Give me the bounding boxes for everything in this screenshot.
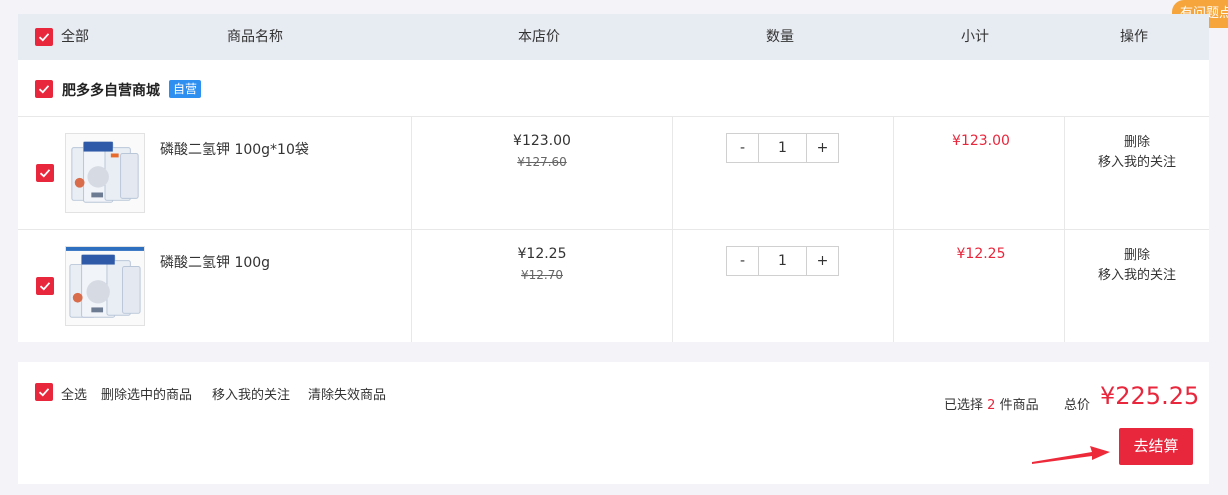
shop-name[interactable]: 肥多多自营商城 bbox=[62, 80, 160, 100]
header-actions: 操作 bbox=[1120, 29, 1148, 45]
total-label: 总价 bbox=[1064, 398, 1091, 413]
column-divider bbox=[893, 117, 894, 229]
original-price: ¥127.60 bbox=[517, 155, 567, 169]
delete-selected-link[interactable]: 删除选中的商品 bbox=[101, 384, 192, 403]
cart-header: 全部 商品名称 本店价 数量 小计 操作 bbox=[18, 14, 1209, 60]
original-price: ¥12.70 bbox=[521, 268, 563, 282]
total-price: ¥225.25 bbox=[1100, 382, 1200, 410]
delete-link[interactable]: 删除 bbox=[1078, 246, 1196, 266]
cart-list: 肥多多自营商城 自营 磷酸二氢钾 100g*10袋 ¥123.00 ¥127.6… bbox=[18, 60, 1209, 342]
column-divider bbox=[893, 230, 894, 342]
footer-select-all-label[interactable]: 全选 bbox=[61, 384, 87, 403]
selected-summary: 已选择 2 件商品 bbox=[944, 394, 1039, 413]
item-actions: 删除 移入我的关注 bbox=[1078, 133, 1196, 173]
selected-suffix: 件商品 bbox=[999, 398, 1039, 413]
shop-checkbox[interactable] bbox=[35, 80, 53, 98]
quantity-input[interactable]: 1 bbox=[758, 134, 807, 162]
product-thumbnail[interactable] bbox=[65, 133, 145, 213]
decrease-button[interactable]: - bbox=[727, 247, 758, 275]
check-icon bbox=[39, 282, 51, 291]
check-icon bbox=[38, 388, 50, 397]
select-all-checkbox[interactable] bbox=[35, 28, 53, 46]
column-divider bbox=[411, 117, 412, 229]
quantity-stepper: - 1 + bbox=[726, 133, 839, 163]
check-icon bbox=[39, 169, 51, 178]
column-divider bbox=[672, 230, 673, 342]
check-icon bbox=[38, 85, 50, 94]
check-icon bbox=[38, 33, 50, 42]
move-to-follow-link[interactable]: 移入我的关注 bbox=[1078, 153, 1196, 173]
item-checkbox[interactable] bbox=[36, 277, 54, 295]
footer-select-all-checkbox[interactable] bbox=[35, 383, 53, 401]
move-to-follow-link[interactable]: 移入我的关注 bbox=[212, 384, 290, 403]
header-product-name: 商品名称 bbox=[227, 29, 283, 45]
product-name[interactable]: 磷酸二氢钾 100g*10袋 bbox=[160, 139, 309, 159]
self-operated-badge: 自营 bbox=[169, 80, 202, 98]
decrease-button[interactable]: - bbox=[727, 134, 758, 162]
delete-link[interactable]: 删除 bbox=[1078, 133, 1196, 153]
clear-invalid-link[interactable]: 清除失效商品 bbox=[308, 384, 386, 403]
pointer-arrow-icon bbox=[1032, 446, 1110, 464]
checkout-button[interactable]: 去结算 bbox=[1119, 428, 1193, 465]
increase-button[interactable]: + bbox=[807, 134, 838, 162]
column-divider bbox=[411, 230, 412, 342]
increase-button[interactable]: + bbox=[807, 247, 838, 275]
shop-row: 肥多多自营商城 自营 bbox=[18, 60, 1209, 117]
cart-item: 磷酸二氢钾 100g ¥12.25 ¥12.70 - 1 + ¥12.25 删除… bbox=[18, 229, 1209, 342]
product-package-icon bbox=[66, 247, 144, 318]
unit-price: ¥123.00 bbox=[513, 133, 571, 149]
header-quantity: 数量 bbox=[766, 29, 794, 45]
product-name[interactable]: 磷酸二氢钾 100g bbox=[160, 252, 270, 272]
header-select-all-label: 全部 bbox=[61, 29, 89, 45]
item-subtotal: ¥12.25 bbox=[956, 246, 1006, 262]
cart-item: 磷酸二氢钾 100g*10袋 ¥123.00 ¥127.60 - 1 + ¥12… bbox=[18, 117, 1209, 229]
header-subtotal: 小计 bbox=[961, 29, 989, 45]
quantity-input[interactable]: 1 bbox=[758, 247, 807, 275]
unit-price: ¥12.25 bbox=[517, 246, 567, 262]
move-to-follow-link[interactable]: 移入我的关注 bbox=[1078, 266, 1196, 286]
quantity-stepper: - 1 + bbox=[726, 246, 839, 276]
column-divider bbox=[1064, 230, 1065, 342]
selected-count: 2 bbox=[987, 398, 996, 413]
item-checkbox[interactable] bbox=[36, 164, 54, 182]
item-actions: 删除 移入我的关注 bbox=[1078, 246, 1196, 286]
product-thumbnail[interactable] bbox=[65, 246, 145, 326]
header-price: 本店价 bbox=[518, 29, 560, 45]
selected-prefix: 已选择 bbox=[944, 398, 984, 413]
product-package-icon bbox=[71, 141, 139, 203]
column-divider bbox=[672, 117, 673, 229]
item-subtotal: ¥123.00 bbox=[952, 133, 1010, 149]
column-divider bbox=[1064, 117, 1065, 229]
